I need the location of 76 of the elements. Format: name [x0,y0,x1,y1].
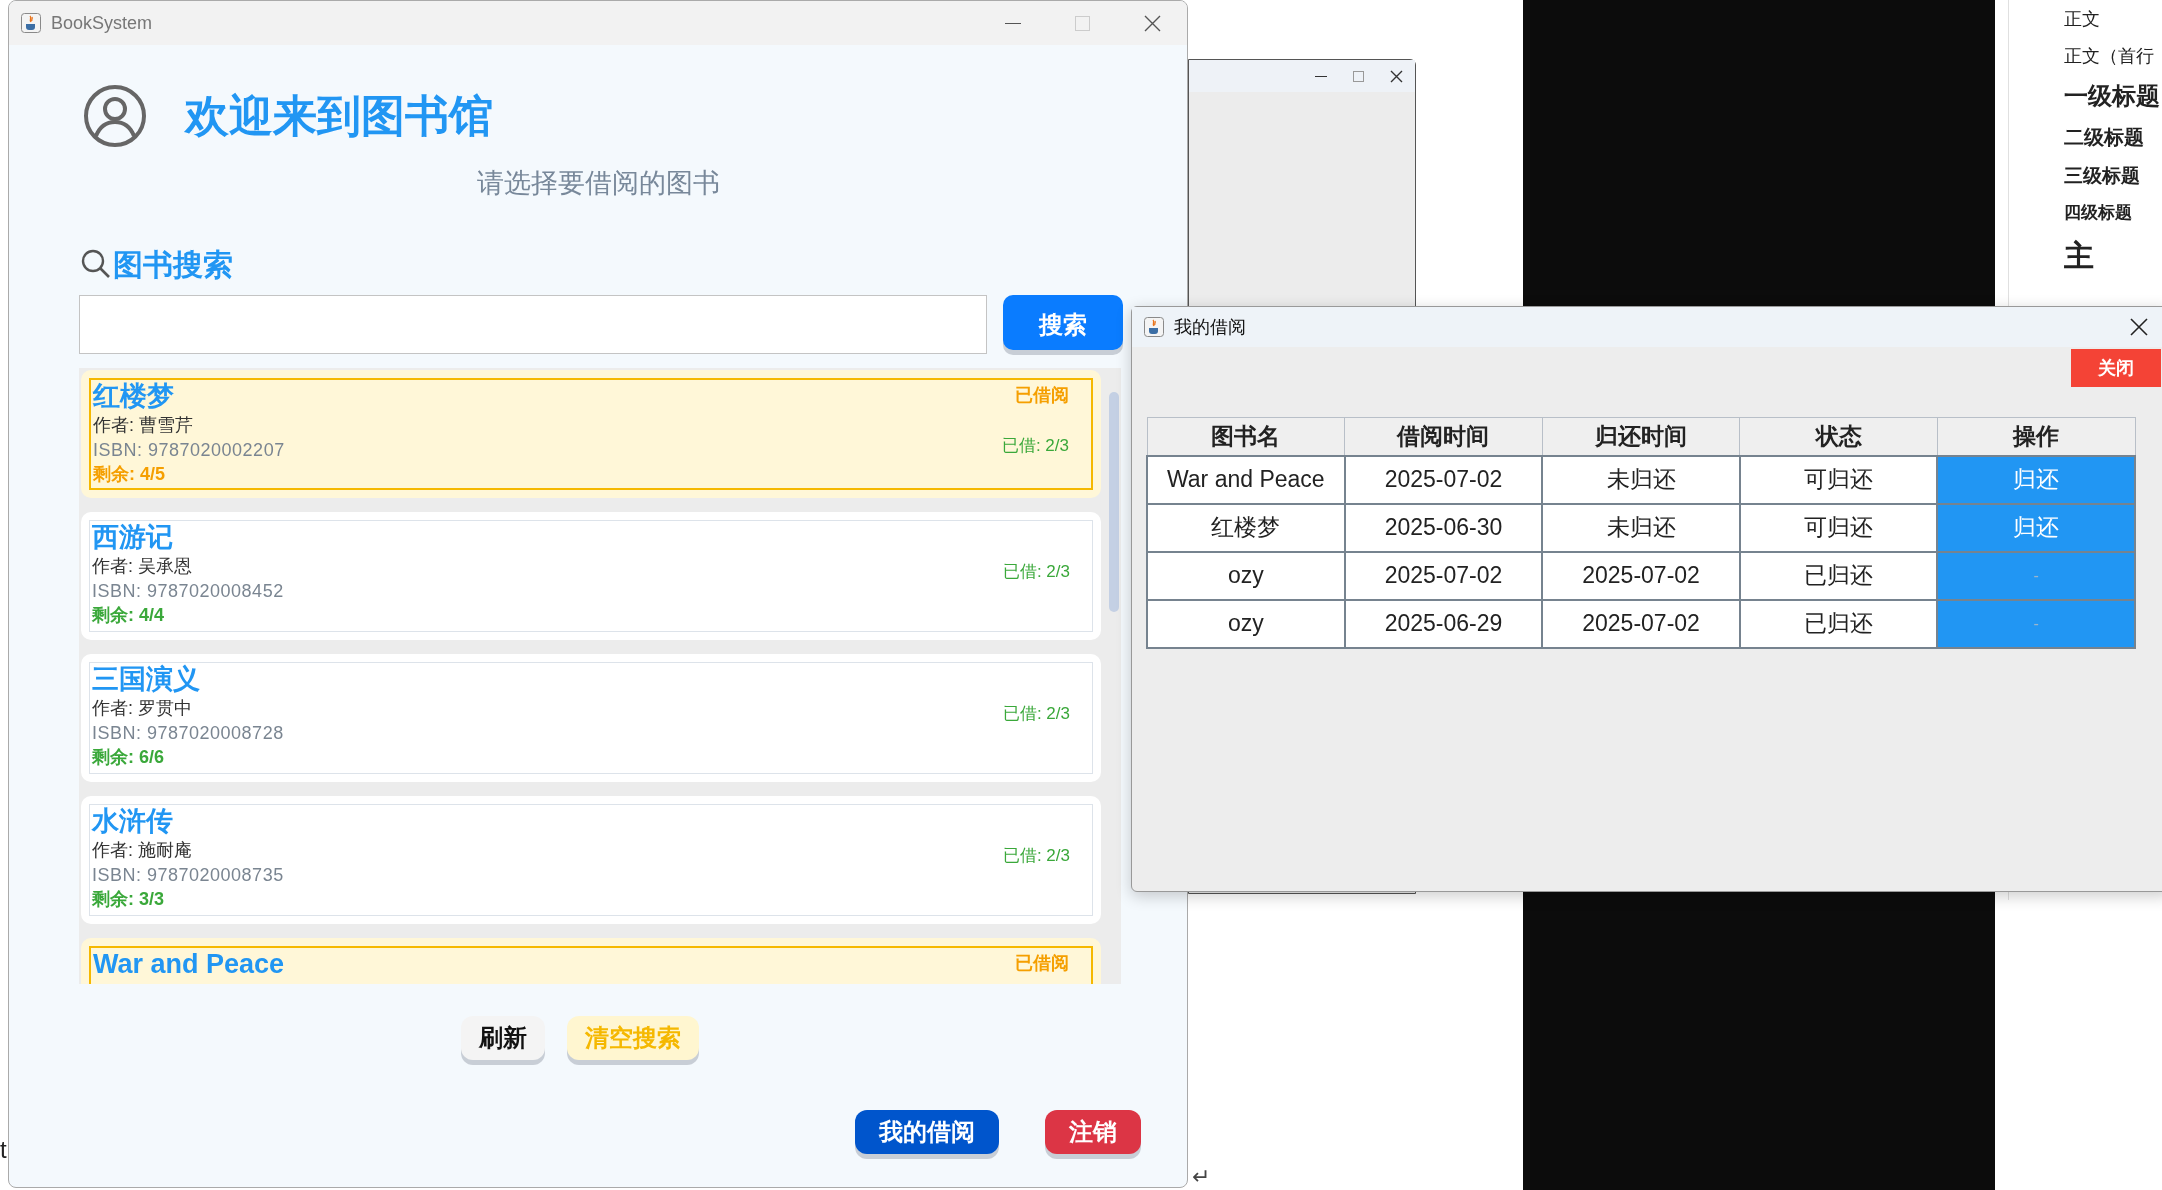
window-title: BookSystem [51,11,153,35]
column-header[interactable]: 状态 [1739,417,1938,456]
book-card[interactable]: 红楼梦 作者: 曹雪芹 ISBN: 9787020002207 剩余: 4/5 已借阅 已借: 2/3 [81,369,1101,498]
table-cell: 未归还 [1542,455,1740,504]
table-cell: 2025-07-02 [1542,551,1740,600]
column-header[interactable]: 操作 [1937,417,2135,456]
search-field[interactable] [79,294,987,354]
book-author: 作者: 罗贯中 [92,696,193,720]
table-cell: 2025-07-02 [1542,599,1740,648]
table-cell: 未归还 [1542,503,1740,552]
table-cell: 红楼梦 [1147,503,1345,552]
table-cell: 2025-07-02 [1344,551,1543,600]
return-action-cell: - [1937,551,2135,600]
return-action-cell: - [1937,599,2135,648]
book-author: 作者: 吴承恩 [92,554,193,578]
table-cell: 已归还 [1739,599,1938,648]
borrowed-count: 已借: 2/3 [1002,702,1070,725]
style-item[interactable]: 四级标题 [2064,201,2162,223]
style-item[interactable]: 二级标题 [2064,125,2162,150]
book-title: 红楼梦 [93,379,175,413]
book-isbn: ISBN: 9787020008735 [92,863,284,887]
book-card[interactable]: 三国演义 作者: 罗贯中 ISBN: 9787020008728 剩余: 6/6 已借: 2/3 [81,653,1101,782]
book-title: War and Peace [93,947,285,981]
style-item[interactable]: 正文 [2064,8,2162,31]
book-card[interactable]: 西游记 作者: 吴承恩 ISBN: 9787020008452 剩余: 4/4 已借: 2/3 [81,511,1101,640]
table-cell: ozy [1147,599,1345,648]
style-item[interactable]: 三级标题 [2064,164,2162,188]
close-icon[interactable] [1144,14,1161,32]
book-remaining: 剩余: 3/3 [92,887,166,910]
book-title: 西游记 [92,520,174,554]
java-cup-icon [21,13,41,33]
table-cell: 2025-06-29 [1344,599,1543,648]
scrollbar-thumb[interactable] [1109,391,1119,612]
column-header[interactable]: 归还时间 [1542,417,1740,456]
stray-text: t [0,1135,7,1165]
table-cell: 2025-06-30 [1344,503,1543,552]
borrowed-count: 已借: 2/3 [1001,434,1069,457]
book-remaining: 剩余: 6/6 [92,745,166,768]
table-cell: 2025-07-02 [1344,455,1543,504]
book-title: 水浒传 [92,804,174,838]
close-icon[interactable] [1390,69,1403,83]
book-isbn: ISBN: 9787020008452 [92,579,284,603]
search-label: 图书搜索 [113,246,233,283]
column-header[interactable]: 图书名 [1147,417,1345,456]
table-cell: 可归还 [1739,455,1938,504]
style-item[interactable]: 主 [2064,237,2162,275]
book-isbn: ISBN: 9787020002207 [93,438,285,462]
borrowed-count: 已借: 2/3 [1002,560,1070,583]
book-title: 三国演义 [92,662,201,696]
borrowed-status: 已借阅 [1015,383,1069,407]
search-icon [81,249,111,279]
column-header[interactable]: 借阅时间 [1344,417,1543,456]
table-cell: 已归还 [1739,551,1938,600]
book-author: 作者: 施耐庵 [92,838,193,862]
style-item[interactable]: 一级标题 [2064,81,2162,111]
java-cup-icon [1144,317,1164,337]
minimize-icon[interactable] [1005,22,1021,24]
borrowed-count: 已借: 2/3 [1002,844,1070,867]
close-icon[interactable] [2130,318,2148,336]
book-remaining: 剩余: 4/4 [92,603,166,626]
subtitle: 请选择要借阅的图书 [476,167,720,200]
table-cell: 可归还 [1739,503,1938,552]
table-cell: ozy [1147,551,1345,600]
book-remaining: 剩余: 4/5 [93,462,167,485]
table-cell: War and Peace [1147,455,1345,504]
style-item[interactable]: 正文（首行 [2064,44,2162,67]
book-isbn: ISBN: 9787020008728 [92,721,284,745]
user-avatar-icon [83,84,147,148]
borrowed-status: 已借阅 [1015,951,1069,975]
book-author: 作者: 曹雪芹 [93,413,194,437]
return-mark: ↵ [1192,1163,1210,1190]
book-card[interactable]: 水浒传 作者: 施耐庵 ISBN: 9787020008735 剩余: 3/3 已借: 2/3 [81,795,1101,924]
minimize-icon[interactable] [1315,75,1327,77]
dialog-title: 我的借阅 [1174,315,1246,339]
close-button[interactable]: 关闭 [2071,349,2161,387]
welcome-heading: 欢迎来到图书馆 [185,90,493,142]
